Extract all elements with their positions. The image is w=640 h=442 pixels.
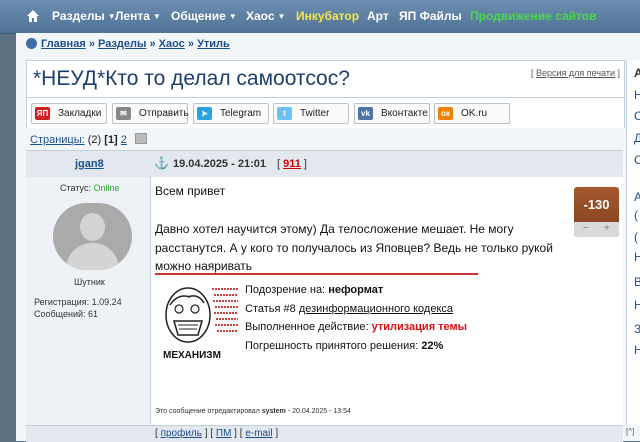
ok-icon: ок <box>438 107 453 120</box>
scroll-top-link[interactable]: [^] <box>626 427 634 436</box>
rating-widget: -130 − + <box>574 187 619 237</box>
nav-files[interactable]: ЯП Файлы <box>399 9 462 23</box>
pagination: Страницы: (2) [1] 2 <box>30 133 147 146</box>
share-button[interactable]: ➤ Telegram <box>193 103 269 124</box>
home-icon[interactable] <box>26 9 40 23</box>
post-text-line: можно наяривать <box>155 259 253 273</box>
vk-icon: vk <box>358 107 373 120</box>
rage-face-icon <box>158 283 240 345</box>
breadcrumb-link-sections[interactable]: Разделы <box>98 38 146 50</box>
avatar[interactable] <box>53 203 132 270</box>
post-footer <box>26 425 623 442</box>
email-link[interactable]: e-mail <box>245 428 272 439</box>
article-link[interactable]: дезинформационного кодекса <box>299 303 453 315</box>
share-button-label: Вконтакте <box>381 108 428 119</box>
right-sidebar-link[interactable]: С <box>634 153 640 167</box>
breadcrumb-link-home[interactable]: Главная <box>41 38 86 50</box>
rating-plus-button[interactable]: + <box>604 223 610 234</box>
chevron-down-icon: ▼ <box>152 12 161 21</box>
nav-art[interactable]: Арт <box>367 9 389 23</box>
action-line: Выполненное действие: утилизация темы <box>245 321 468 333</box>
avatar-body-icon <box>66 243 119 270</box>
share-button[interactable]: ЯП Закладки <box>31 103 107 124</box>
profile-link[interactable]: профиль <box>161 428 202 439</box>
nav-chaos[interactable]: Хаос ▼ <box>246 9 285 23</box>
breadcrumb-link-util[interactable]: Утиль <box>197 38 230 50</box>
post-number[interactable]: [ 911 ] <box>277 158 307 170</box>
topic-title-box: *НЕУД*Кто то делал самоотсос? [ Версия д… <box>26 60 625 98</box>
share-button-label: Отправить <box>139 108 189 119</box>
author-status: Статус: Online <box>60 183 120 193</box>
nav-incubator[interactable]: Инкубатор <box>296 9 359 23</box>
nav-talk[interactable]: Общение ▼ <box>171 9 237 23</box>
nav-promotion[interactable]: Продвижение сайтов <box>470 9 596 23</box>
right-sidebar-link[interactable]: Н <box>634 343 640 357</box>
right-sidebar-link[interactable]: Д <box>634 131 640 145</box>
error-line: Погрешность принятого решения: 22% <box>245 340 444 352</box>
right-sidebar-link[interactable]: В <box>634 275 640 289</box>
share-button[interactable]: ок OK.ru <box>434 103 510 124</box>
post-header <box>26 150 623 178</box>
anchor-icon[interactable]: ⚓ <box>154 156 169 170</box>
pm-link[interactable]: ПМ <box>216 428 232 439</box>
pagination-current: [1] <box>104 134 118 146</box>
divider <box>155 273 478 275</box>
post-text-line: Всем привет <box>155 184 226 198</box>
yandex-icon: ЯП <box>35 107 50 120</box>
right-sidebar-link[interactable]: ( <box>634 208 638 222</box>
print-version-link[interactable]: [ Версия для печати ] <box>531 68 620 78</box>
pagination-next-page[interactable]: 2 <box>121 134 127 146</box>
right-sidebar-link[interactable]: С <box>634 109 640 123</box>
share-button-label: OK.ru <box>461 108 488 119</box>
pagination-label[interactable]: Страницы: <box>30 134 85 146</box>
mail-icon: ✉ <box>116 107 131 120</box>
right-sidebar-link[interactable]: Н <box>634 250 640 264</box>
topic-title: *НЕУД*Кто то делал самоотсос? <box>33 67 350 90</box>
post-footer-links: [ профиль ] [ ПМ ] [ e-mail ] <box>155 428 279 439</box>
post-date: 19.04.2025 - 21:01 <box>173 158 266 170</box>
breadcrumb: Главная » Разделы » Хаос » Утиль <box>26 38 230 50</box>
suspicion-line: Подозрение на: неформат <box>245 284 384 296</box>
article-line: Статья #8 дезинформационного кодекса <box>245 303 454 315</box>
breadcrumb-bullet-icon <box>26 38 37 49</box>
right-sidebar-link[interactable]: Н <box>634 88 640 102</box>
author-stats: Регистрация: 1.09.24 Сообщений: 61 <box>34 297 122 319</box>
avatar-head-icon <box>80 213 105 241</box>
rating-value: -130 <box>583 197 610 212</box>
share-button[interactable]: t Twitter <box>273 103 349 124</box>
right-sidebar-link[interactable]: З <box>634 322 640 336</box>
share-button[interactable]: ✉ Отправить <box>112 103 189 124</box>
nav-feed[interactable]: Лента ▼ <box>115 9 161 23</box>
telegram-icon: ➤ <box>197 107 212 120</box>
right-sidebar-link[interactable]: А <box>634 190 640 204</box>
share-button-label: Закладки <box>58 108 102 119</box>
rating-minus-button[interactable]: − <box>583 223 589 234</box>
post-author-link[interactable]: jgan8 <box>75 158 104 170</box>
right-sidebar-header: А <box>634 66 640 80</box>
chevron-down-icon: ▼ <box>277 12 286 21</box>
post-text-line: расстанутся. А у кого то получалось из Я… <box>155 241 553 255</box>
right-sidebar-link[interactable]: ( <box>634 230 638 244</box>
image-caption: МЕХАНИЗМ <box>163 350 221 361</box>
pages-dropdown-icon[interactable] <box>134 133 147 144</box>
post-text-line: Давно хотел научится этому) Да телосложе… <box>155 222 514 236</box>
chevron-down-icon: ▼ <box>228 12 237 21</box>
share-button[interactable]: vk Вконтакте <box>354 103 430 124</box>
twitter-icon: t <box>277 107 292 120</box>
author-rank: Шутник <box>74 277 105 287</box>
nav-sections[interactable]: Разделы ▼ <box>52 9 116 23</box>
edit-notice: Это сообщение отредактировал system - 20… <box>155 408 351 415</box>
rating-controls: − + <box>574 222 619 237</box>
share-button-label: Telegram <box>220 108 262 119</box>
share-button-label: Twitter <box>300 108 330 119</box>
right-sidebar-link[interactable]: Н <box>634 298 640 312</box>
breadcrumb-link-chaos[interactable]: Хаос <box>159 38 185 50</box>
